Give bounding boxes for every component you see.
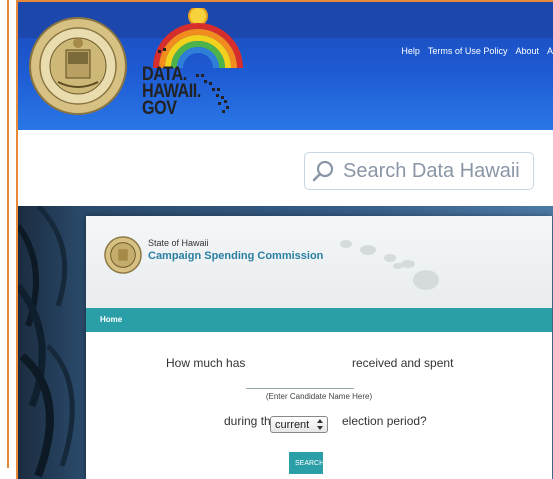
main-frame: DATA. HAWAII. GOV Help Terms of Use Poli… bbox=[16, 0, 553, 479]
period-selected-value: current bbox=[275, 418, 310, 431]
csc-state-label: State of Hawaii bbox=[148, 238, 209, 248]
islands-watermark-icon bbox=[340, 240, 439, 290]
candidate-hint: (Enter Candidate Name Here) bbox=[265, 392, 373, 401]
nav-truncated-link[interactable]: Al bbox=[547, 46, 553, 56]
search-box[interactable] bbox=[304, 152, 534, 190]
csc-title: Campaign Spending Commission bbox=[148, 250, 324, 262]
top-nav: Help Terms of Use Policy About Al bbox=[401, 46, 553, 56]
csc-header: State of Hawaii Campaign Spending Commis… bbox=[86, 216, 552, 308]
nav-terms-link[interactable]: Terms of Use Policy bbox=[428, 46, 508, 56]
site-header: DATA. HAWAII. GOV Help Terms of Use Poli… bbox=[18, 2, 553, 130]
state-seal-icon[interactable] bbox=[28, 16, 128, 116]
embedded-content: State of Hawaii Campaign Spending Commis… bbox=[18, 206, 553, 479]
search-input[interactable] bbox=[341, 158, 533, 184]
election-period-select[interactable]: current bbox=[270, 416, 328, 433]
question-line-1: How much has received and spent bbox=[86, 356, 552, 372]
question-part-1: How much has bbox=[166, 356, 246, 370]
nav-home-link[interactable]: Home bbox=[100, 315, 122, 324]
candidate-name-input[interactable] bbox=[246, 372, 354, 389]
csc-card: State of Hawaii Campaign Spending Commis… bbox=[86, 216, 552, 479]
question-part-4: election period? bbox=[342, 414, 427, 428]
search-icon bbox=[312, 160, 334, 182]
nav-about-link[interactable]: About bbox=[515, 46, 539, 56]
logo-wordmark: DATA. HAWAII. GOV bbox=[142, 64, 201, 119]
select-arrows-icon bbox=[317, 419, 323, 430]
question-part-2: received and spent bbox=[352, 356, 454, 370]
csc-seal-icon bbox=[104, 236, 142, 274]
search-button[interactable]: SEARCH bbox=[289, 452, 324, 474]
left-frame bbox=[0, 0, 9, 468]
csc-nav-bar: Home bbox=[86, 308, 552, 332]
search-area bbox=[18, 130, 553, 206]
nav-help-link[interactable]: Help bbox=[401, 46, 420, 56]
